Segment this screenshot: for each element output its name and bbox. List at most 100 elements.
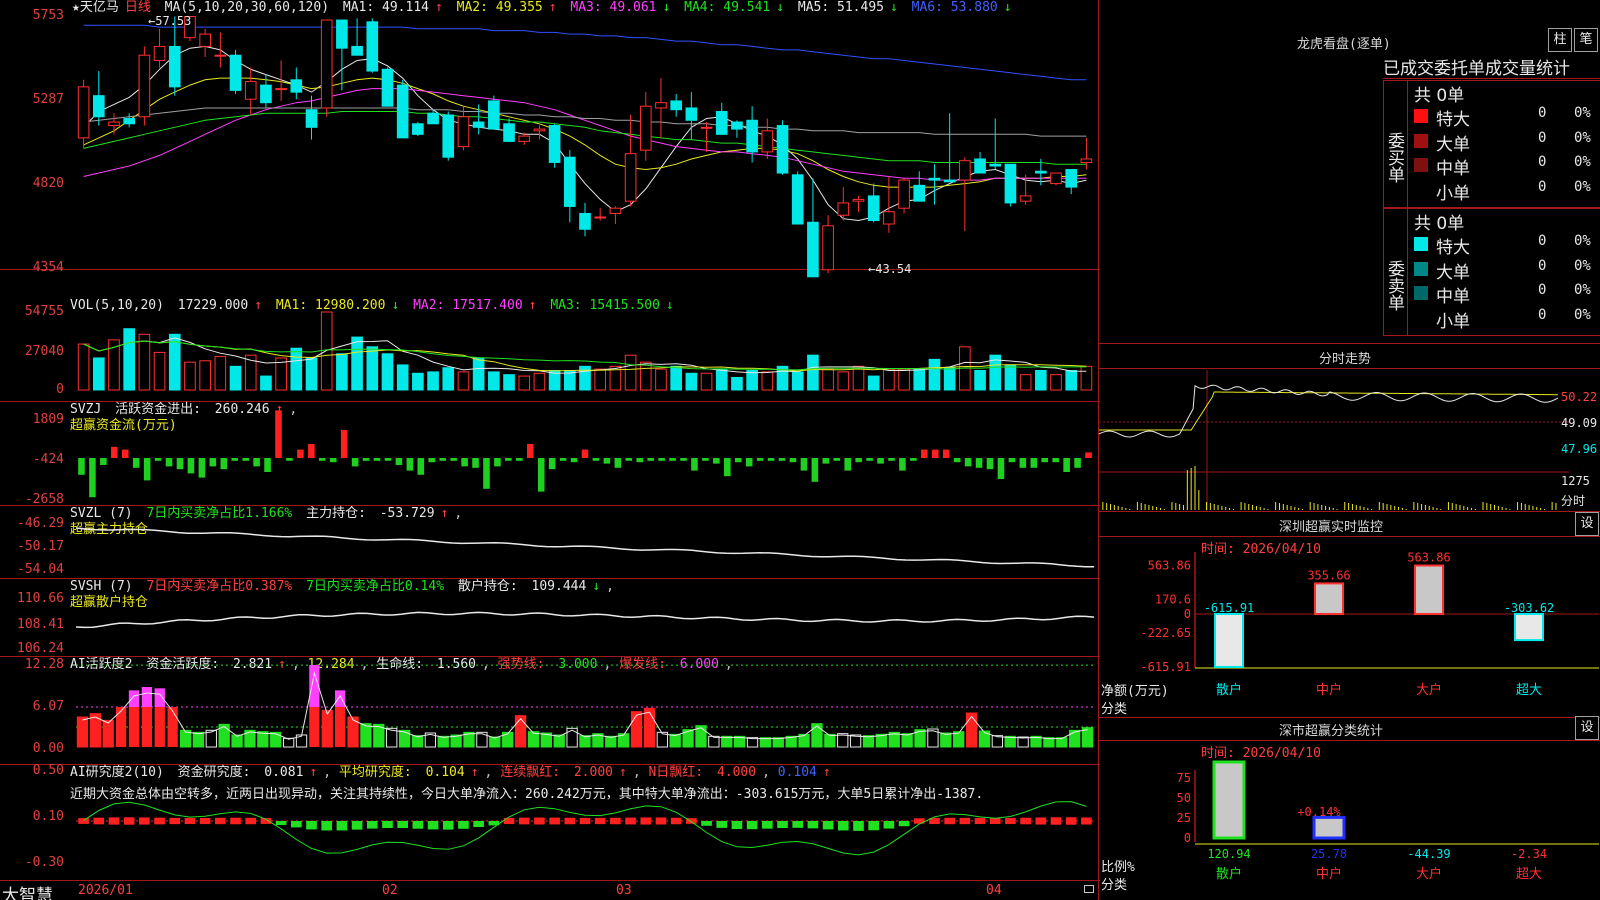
bar-mode-button[interactable]: 柱 bbox=[1548, 28, 1572, 52]
volume-bar bbox=[791, 371, 804, 391]
lhkp-panel[interactable]: 龙虎看盘(逐单) 柱 笔 已成交委托单成交量统计 委买单 共 0单 特大 0 0% 大… bbox=[1099, 0, 1600, 344]
lock-icon[interactable] bbox=[1084, 885, 1094, 893]
ai1-bar bbox=[270, 731, 282, 748]
intraday-vol-label: 分时 bbox=[1561, 494, 1586, 508]
order-percent: 0% bbox=[1574, 178, 1591, 195]
candle-body bbox=[427, 112, 439, 125]
order-swatch bbox=[1414, 182, 1428, 197]
svzl-panel[interactable]: SVZL (7) 7日内买卖净占比1.166% 主力持仓: -53.729 ↑, … bbox=[0, 506, 1100, 579]
ai2-bar bbox=[655, 817, 667, 825]
order-percent: 0% bbox=[1574, 257, 1591, 274]
tab-filled[interactable]: 已成交 bbox=[1383, 59, 1434, 79]
candle-body bbox=[351, 45, 363, 56]
flow-bar bbox=[89, 458, 96, 498]
ai2-bar bbox=[807, 821, 819, 829]
svzj-panel[interactable]: SVZJ 活跃资金进出: 260.246 ↑, 超赢资金流(万元) 1809 -4… bbox=[0, 402, 1100, 507]
ai-activity-chart[interactable] bbox=[0, 657, 1100, 765]
ai1-bar bbox=[154, 707, 165, 747]
order-swatch bbox=[1414, 133, 1428, 148]
candle-body bbox=[244, 81, 257, 100]
ai1-bar bbox=[437, 735, 449, 748]
candle-body bbox=[867, 195, 880, 222]
volume-bar bbox=[1035, 370, 1047, 391]
ai-research-panel[interactable]: AI研究度2(10) 资金研究度: 0.081 ↑, 平均研究度: 0.104 ↑,… bbox=[0, 763, 1100, 880]
order-percent: 0% bbox=[1574, 129, 1591, 146]
flow-bar bbox=[1008, 458, 1016, 463]
flow-bar bbox=[198, 458, 206, 478]
ai1-bar bbox=[579, 735, 591, 748]
flow-bar bbox=[494, 458, 501, 467]
flow-bar bbox=[581, 449, 589, 458]
monitor-bar bbox=[1514, 613, 1544, 642]
buy-side-label: 委买单 bbox=[1384, 81, 1408, 207]
ai2-bar bbox=[230, 817, 241, 825]
monitor-bar bbox=[1214, 613, 1244, 668]
svzl-line bbox=[75, 527, 1094, 568]
volume-bar bbox=[1019, 374, 1032, 391]
candle-body bbox=[153, 45, 166, 61]
flow-bar bbox=[986, 458, 994, 470]
ai2-bar bbox=[1005, 817, 1016, 825]
intraday-chart[interactable] bbox=[1098, 370, 1569, 512]
flow-bar bbox=[406, 458, 414, 471]
ai1-bar bbox=[1069, 729, 1081, 748]
order-swatch bbox=[1414, 158, 1428, 172]
flow-bar bbox=[756, 458, 764, 461]
volume-bar bbox=[138, 333, 151, 391]
ai1-bar bbox=[901, 733, 913, 748]
volume-bar bbox=[457, 371, 470, 391]
intraday-title: 分时走势 bbox=[1319, 352, 1372, 367]
volume-panel[interactable]: VOL(5,10,20) 17229.000 ↑ MA1: 12980.200 ↓ … bbox=[0, 298, 1100, 402]
ai2-bar bbox=[382, 821, 393, 828]
volume-bar bbox=[715, 368, 728, 391]
order-percent: 0% bbox=[1574, 154, 1591, 170]
monitor-xcat: 分类 bbox=[1101, 702, 1128, 717]
stat-bar-chart[interactable]: 75 50 25 0 120.94 散户 25.78 中户 -44.39 大户 -2.34 超大 +0.… bbox=[1099, 718, 1600, 900]
monitor-category: 散户 bbox=[1216, 682, 1242, 698]
flow-bar bbox=[373, 458, 381, 461]
candle-body bbox=[320, 19, 333, 109]
flow-bar bbox=[1041, 458, 1049, 463]
intraday-ytick-0: 50.22 bbox=[1561, 390, 1598, 404]
ai2-bar bbox=[853, 821, 864, 831]
kline-panel[interactable]: ★天亿马 日线 MA(5,10,20,30,60,120) MA1: 49.114… bbox=[0, 0, 1100, 278]
stat-category: 超大 bbox=[1516, 867, 1542, 882]
intraday-panel[interactable]: 分时走势 50.22 49.09 47.96 1275 分时 bbox=[1098, 344, 1600, 512]
tab-orders[interactable]: 委托单 bbox=[1434, 59, 1485, 79]
monitor-bar-chart[interactable]: 563.86 170.60 -222.65 -615.91 -615.91 散户 355.6… bbox=[1099, 512, 1600, 718]
ai-research-chart[interactable] bbox=[0, 765, 1100, 880]
ai1-bar bbox=[965, 712, 978, 748]
ai2-bar bbox=[290, 821, 302, 828]
ai2-bar bbox=[625, 817, 636, 825]
volume-chart[interactable] bbox=[0, 298, 1100, 402]
candlestick-chart[interactable] bbox=[0, 0, 1100, 278]
volume-bar bbox=[822, 368, 834, 391]
candle-body bbox=[381, 68, 394, 107]
tick-mode-button[interactable]: 笔 bbox=[1574, 28, 1598, 52]
monitor-ytick: -222.65 bbox=[1140, 626, 1191, 640]
monitor-ytick: 170.6 bbox=[1155, 592, 1191, 606]
ai2-bar bbox=[123, 817, 135, 825]
svsh-chart[interactable] bbox=[0, 579, 1100, 657]
ai2-bar bbox=[670, 817, 682, 825]
flow-bar bbox=[625, 458, 633, 461]
svzl-chart[interactable] bbox=[0, 506, 1100, 579]
tab-volume-stats[interactable]: 成交量统计 bbox=[1485, 59, 1570, 79]
svsh-panel[interactable]: SVSH (7) 7日内买卖净占比0.387% 7日内买卖净占比0.14% 散户… bbox=[0, 579, 1100, 657]
order-swatch bbox=[1414, 109, 1428, 123]
ai2-bar bbox=[139, 817, 150, 825]
ai2-bar bbox=[746, 821, 758, 830]
flow-bar bbox=[931, 449, 939, 458]
svzj-chart[interactable] bbox=[0, 402, 1100, 506]
ai2-bar bbox=[640, 817, 652, 825]
ai2-bar bbox=[336, 821, 348, 831]
ai2-bar bbox=[306, 821, 317, 830]
order-count: 0 bbox=[1538, 105, 1547, 121]
flow-bar bbox=[833, 458, 841, 461]
flow-bar bbox=[636, 458, 644, 463]
stat-panel[interactable]: 深市超赢分类统计 设 时间: 2026/04/10 75 50 25 0 120.94 散… bbox=[1099, 716, 1600, 900]
monitor-panel[interactable]: 深圳超赢实时监控 设 时间: 2026/04/10 563.86 170.6 0 -2… bbox=[1099, 512, 1600, 718]
candle-body bbox=[92, 95, 105, 118]
ai-activity-panel[interactable]: AI活跃度2 资金活跃度: 2.821 ↑, 12.284, 生命线: 1.560… bbox=[0, 657, 1100, 765]
volume-bar bbox=[1065, 370, 1078, 391]
